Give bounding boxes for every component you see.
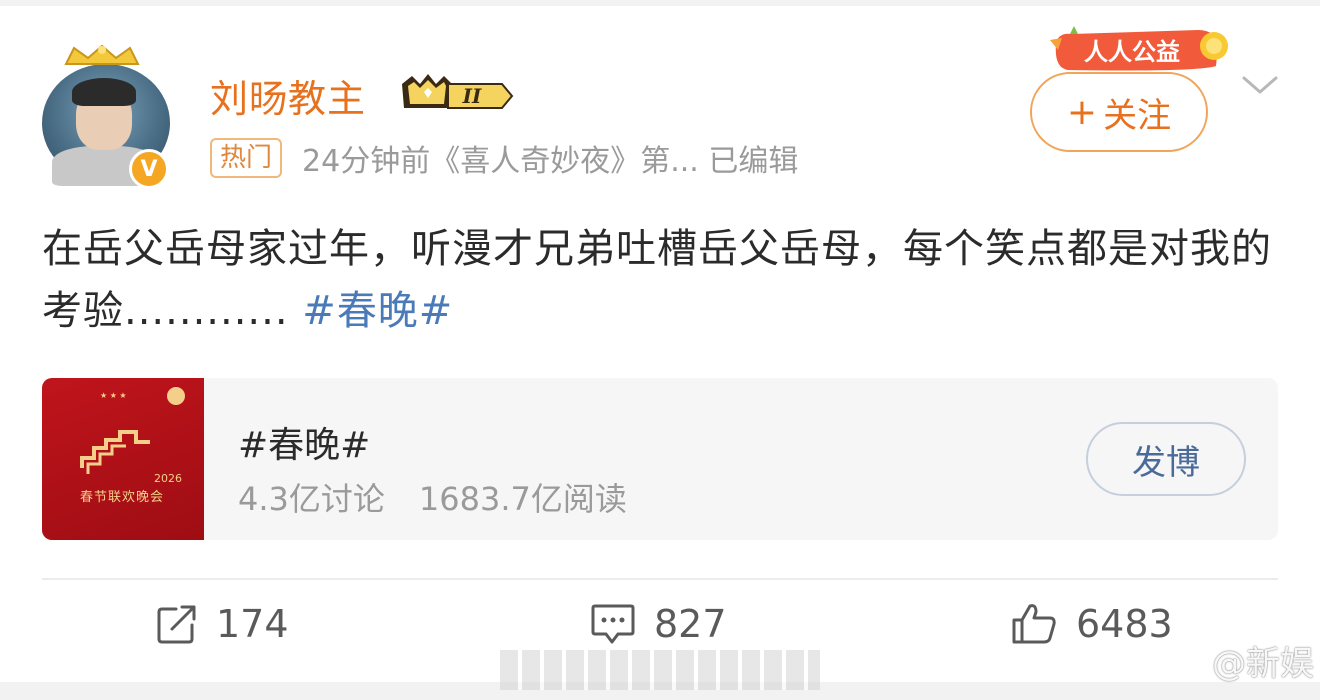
like-button[interactable]: 6483 bbox=[1010, 602, 1173, 646]
weibo-logo-icon bbox=[1169, 647, 1206, 676]
topic-discussions: 4.3亿讨论 bbox=[238, 480, 385, 518]
repost-icon bbox=[157, 605, 196, 644]
post-meta: 热门 24分钟前《喜人奇妙夜》第... 已编辑 bbox=[210, 136, 798, 180]
comment-button[interactable]: 827 bbox=[590, 602, 727, 646]
post-body: 在岳父岳母家过年，听漫才兄弟吐槽岳父岳母，每个笑点都是对我的考验........… bbox=[42, 218, 1272, 342]
svg-text:2026: 2026 bbox=[154, 472, 182, 485]
post-text: 在岳父岳母家过年，听漫才兄弟吐槽岳父岳母，每个笑点都是对我的考验........… bbox=[42, 226, 1272, 334]
follow-label: 关注 bbox=[1103, 95, 1172, 136]
topic-stats: 4.3亿讨论 1683.7亿阅读 bbox=[238, 474, 627, 520]
repost-button[interactable]: 174 bbox=[156, 602, 289, 646]
like-count: 6483 bbox=[1076, 602, 1173, 646]
comment-count: 827 bbox=[654, 602, 727, 646]
post-hashtag-link[interactable]: #春晚# bbox=[302, 288, 453, 334]
charity-badge[interactable]: 人人公益 bbox=[1048, 20, 1234, 76]
topic-card[interactable]: ★ ★ ★ 2026 春节联欢晚会 #春晚# 4.3亿讨论 1683.7亿阅读 … bbox=[42, 378, 1278, 540]
verified-badge: V bbox=[129, 149, 169, 189]
hot-tag: 热门 bbox=[210, 138, 283, 178]
vip-level-text: II bbox=[462, 84, 482, 108]
topic-title: #春晚# bbox=[238, 425, 371, 466]
charity-badge-text: 人人公益 bbox=[1084, 38, 1180, 66]
topic-thumbnail: ★ ★ ★ 2026 春节联欢晚会 bbox=[42, 378, 204, 540]
follow-button[interactable]: + 关注 bbox=[1030, 72, 1208, 152]
thumbnail-caption: 春节联欢晚会 bbox=[80, 490, 165, 505]
like-icon bbox=[1012, 604, 1056, 644]
topic-reads: 1683.7亿阅读 bbox=[418, 480, 627, 518]
divider bbox=[42, 578, 1278, 580]
username[interactable]: 刘旸教主 bbox=[210, 68, 366, 123]
chevron-down-icon[interactable] bbox=[1240, 72, 1280, 98]
watermark: @新娱 bbox=[1168, 636, 1314, 685]
watermark-text: @新娱 bbox=[1212, 644, 1314, 684]
avatar-hair bbox=[72, 78, 136, 106]
repost-count: 174 bbox=[216, 602, 289, 646]
svg-text:★ ★ ★: ★ ★ ★ bbox=[100, 391, 127, 400]
weibo-post-card: V 刘旸教主 II 热门 24分钟前《喜人奇妙夜》第... 已编辑 人人公益 +… bbox=[0, 6, 1320, 682]
vip-crown-icon: II bbox=[402, 74, 514, 109]
post-to-topic-button[interactable]: 发博 bbox=[1086, 422, 1246, 496]
scroll-indicator bbox=[500, 650, 820, 690]
avatar-crown-decoration bbox=[64, 44, 140, 65]
plus-icon: + bbox=[1066, 91, 1098, 133]
spring-festival-logo-icon: ★ ★ ★ 2026 bbox=[80, 387, 185, 485]
comment-icon bbox=[591, 604, 635, 644]
post-meta-text[interactable]: 24分钟前《喜人奇妙夜》第... 已编辑 bbox=[302, 136, 798, 180]
